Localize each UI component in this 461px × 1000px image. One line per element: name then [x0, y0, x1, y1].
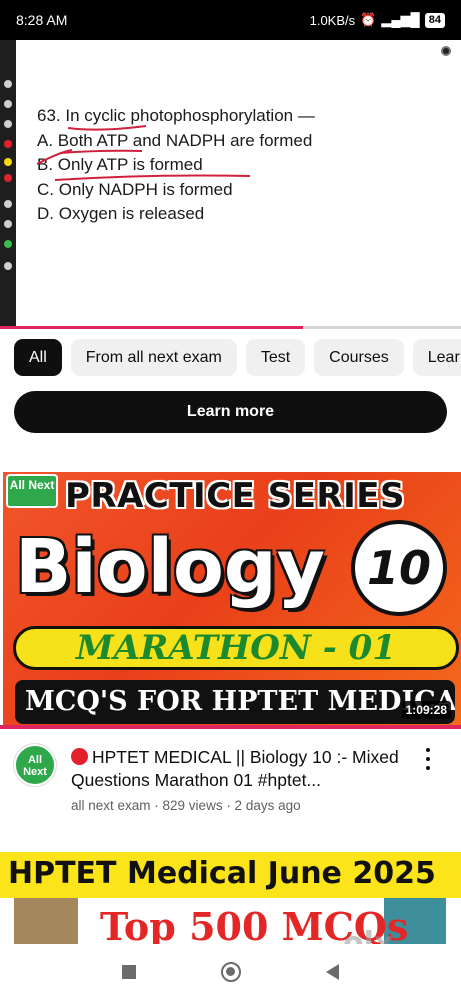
status-bar: 8:28 AM 1.0KB/s ⏰ ▂▄▆█ 84 [0, 0, 461, 40]
alarm-icon: ⏰ [360, 12, 377, 27]
playback-progress[interactable] [0, 326, 303, 329]
status-icons: 1.0KB/s ⏰ ▂▄▆█ 84 [310, 12, 445, 28]
more-options-icon[interactable] [418, 746, 438, 772]
learn-more-button[interactable]: Learn more [14, 391, 447, 433]
back-icon[interactable] [325, 964, 339, 980]
home-icon[interactable] [220, 962, 241, 982]
video-meta: all next exam · 829 views · 2 days ago [71, 798, 301, 813]
video-duration: 1:09:28 [401, 701, 451, 719]
thumb-mcq-banner: MCQ'S FOR HPTET MEDICAL [15, 680, 455, 724]
thumb2-image-left [14, 898, 78, 944]
thumb-title-practice: PRACTICE SERIES [65, 476, 405, 516]
network-speed: 1.0KB/s [309, 12, 356, 28]
watched-progress-bar [0, 725, 461, 729]
thumb-number-badge: 10 [351, 520, 447, 616]
video-player[interactable]: 63. In cyclic photophosphorylation — A. … [0, 40, 461, 330]
chip-courses[interactable]: Courses [314, 339, 404, 376]
channel-logo: All Next [6, 474, 58, 508]
chip-learning[interactable]: Lear [412, 339, 461, 376]
video-title-text: HPTET MEDICAL || Biology 10 :- Mixed Que… [71, 747, 399, 790]
thumb-marathon-banner: MARATHON - 01 [13, 626, 459, 670]
handwritten-annotation [36, 125, 251, 181]
playback-remaining [302, 326, 461, 329]
chip-from-all-next-exam[interactable]: From all next exam [70, 339, 237, 376]
chip-test[interactable]: Test [245, 339, 306, 376]
signal-icon: ▂▄▆█ [381, 12, 420, 27]
filter-chips: All From all next exam Test Courses Lear [14, 339, 461, 376]
thumb2-title: HPTET Medical June 2025 [8, 856, 436, 891]
recents-icon[interactable] [122, 965, 137, 979]
stop-sign-icon [71, 748, 88, 765]
status-time: 8:28 AM [16, 12, 68, 28]
video-info[interactable]: All Next HPTET MEDICAL || Biology 10 :- … [0, 740, 461, 820]
battery-indicator: 84 [424, 12, 445, 28]
video-title[interactable]: HPTET MEDICAL || Biology 10 :- Mixed Que… [71, 746, 411, 792]
system-nav-bar [0, 944, 461, 1000]
video-thumbnail[interactable]: All Next PRACTICE SERIES Biology 10 MARA… [3, 472, 461, 729]
channel-avatar[interactable]: All Next [14, 744, 56, 786]
thumb-title-subject: Biology [15, 524, 326, 610]
chip-all[interactable]: All [14, 339, 62, 376]
